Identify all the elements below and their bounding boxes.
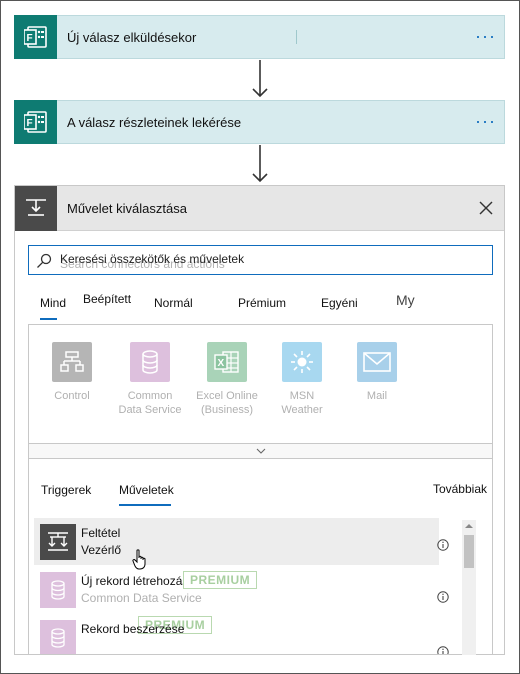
scrollbar-thumb[interactable] — [464, 535, 474, 568]
connector-label: MSN Weather — [281, 390, 323, 416]
forms-icon: F — [14, 14, 57, 59]
step-title: A válasz részleteinek lekérése — [67, 114, 242, 130]
tab-actions[interactable]: Műveletek — [119, 483, 174, 497]
category-selected-indicator — [40, 318, 57, 320]
chevron-down-icon — [256, 448, 265, 454]
flow-arrow-icon — [252, 60, 268, 98]
item-subtitle: Common Data Service — [81, 591, 202, 605]
database-icon — [40, 572, 76, 608]
premium-badge: PREMIUM — [183, 571, 258, 589]
item-title: Feltétel — [81, 526, 121, 540]
svg-text:X: X — [218, 358, 225, 369]
info-icon[interactable] — [437, 539, 449, 551]
step-title: Új válasz elküldésekor — [67, 29, 197, 45]
connector-grid: Control Common Data Service X Excel Onli… — [28, 324, 493, 445]
info-icon[interactable] — [437, 591, 449, 603]
expand-connectors-button[interactable] — [28, 443, 493, 459]
close-icon[interactable] — [476, 198, 496, 218]
search-value: Keresési összekötők és műveletek — [60, 252, 245, 266]
scroll-up-icon[interactable] — [465, 523, 473, 529]
connector-label: Excel Online (Business) — [196, 390, 258, 416]
control-icon — [52, 342, 92, 382]
flow-arrow-icon — [252, 145, 268, 183]
list-item-condition[interactable]: Feltétel Vezérlő — [34, 518, 439, 570]
forms-icon: F — [14, 99, 57, 144]
database-icon — [130, 342, 170, 382]
excel-icon: X — [207, 342, 247, 382]
trigger-step-card[interactable]: F Új válasz elküldésekor ··· — [14, 14, 505, 59]
more-options-icon[interactable]: ··· — [475, 112, 496, 130]
weather-icon — [282, 342, 322, 382]
connector-excel-online[interactable]: X Excel Online (Business) — [192, 342, 262, 417]
connector-common-data-service[interactable]: Common Data Service — [115, 342, 185, 417]
list-scrollbar[interactable] — [462, 520, 476, 655]
tab-selected-indicator — [119, 504, 171, 506]
search-icon — [37, 253, 52, 268]
svg-text:F: F — [26, 118, 32, 129]
connector-label: Mail — [366, 390, 388, 402]
connector-label: Control — [54, 390, 90, 402]
category-my[interactable]: My — [396, 292, 415, 308]
info-icon[interactable] — [437, 646, 449, 655]
connector-label: Common Data Service — [118, 390, 182, 416]
item-title: Rekord beszerzése — [81, 622, 185, 636]
category-custom[interactable]: Egyéni — [321, 296, 358, 310]
more-options-icon[interactable]: ··· — [475, 27, 496, 45]
mail-icon — [357, 342, 397, 382]
action-step-card[interactable]: F A válasz részleteinek lekérése ··· — [14, 99, 505, 144]
choose-operation-icon — [15, 186, 57, 231]
connector-control[interactable]: Control — [37, 342, 107, 403]
item-subtitle: Vezérlő — [81, 543, 122, 557]
svg-text:F: F — [26, 33, 32, 44]
panel-title: Művelet kiválasztása — [67, 200, 187, 216]
item-title: Új rekord létrehozása — [81, 574, 196, 588]
connector-msn-weather[interactable]: MSN Weather — [267, 342, 337, 417]
tab-triggers[interactable]: Triggerek — [41, 483, 91, 497]
condition-icon — [40, 524, 76, 560]
category-all[interactable]: Mind — [40, 296, 66, 310]
database-icon — [40, 620, 76, 654]
search-input[interactable]: Search connectors and actions Keresési ö… — [28, 245, 493, 275]
panel-header: Művelet kiválasztása — [15, 186, 504, 231]
choose-operation-panel: Művelet kiválasztása Search connectors a… — [14, 185, 505, 655]
category-premium[interactable]: Prémium — [238, 296, 286, 310]
category-standard[interactable]: Normál — [154, 296, 193, 310]
list-item-create-record[interactable]: Új rekord létrehozása Common Data Servic… — [34, 566, 439, 613]
category-builtin[interactable]: Beépített — [83, 292, 131, 306]
see-more-link[interactable]: Továbbiak — [433, 482, 487, 496]
connector-mail[interactable]: Mail — [342, 342, 412, 403]
list-item-get-record[interactable]: PREMIUM Rekord beszerzése — [34, 614, 439, 654]
divider — [296, 30, 297, 44]
